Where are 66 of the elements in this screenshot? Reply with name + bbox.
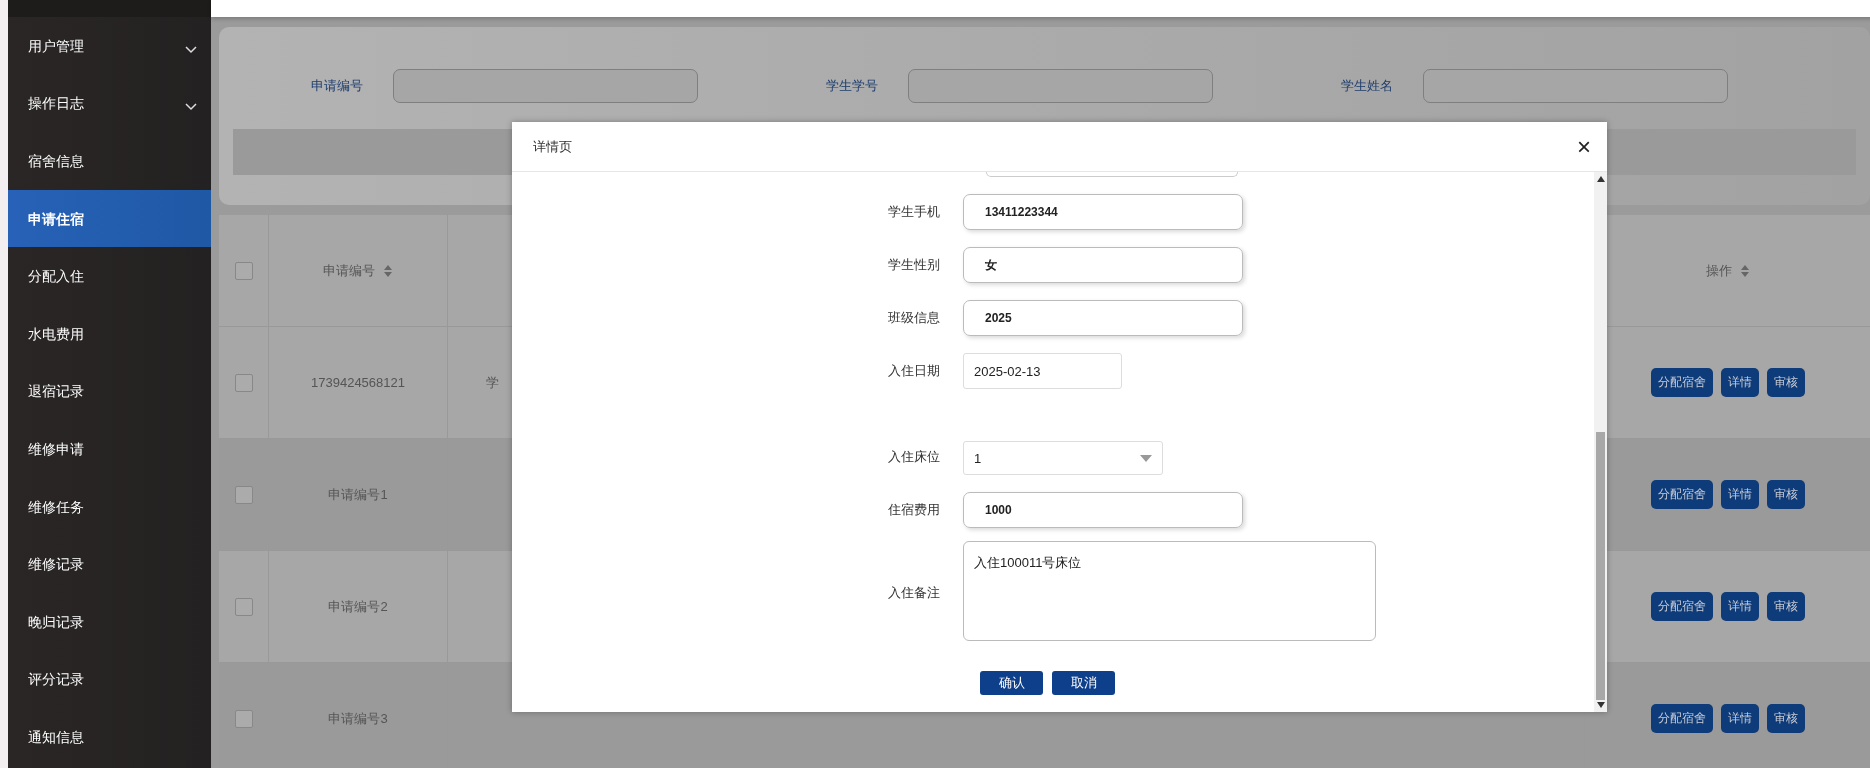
sidebar-item[interactable]: 宿舍信息 [8,132,211,190]
dialog-title: 详情页 [533,137,572,156]
dialog-button[interactable]: 确认 [980,671,1043,695]
field-label: 入住床位 [887,448,941,466]
search-field[interactable] [908,69,1213,103]
dropdown-icon [1140,454,1152,462]
action-button[interactable]: 审核 [1766,704,1805,733]
search-field[interactable] [393,69,698,103]
sidebar-item[interactable]: 退宿记录 [8,362,211,421]
dialog-button[interactable]: 取消 [1052,671,1115,695]
sidebar-item[interactable]: 水电费用 [8,304,211,363]
sidebar-item[interactable]: 评分记录 [8,650,211,709]
sidebar-item[interactable]: 维修记录 [8,535,211,593]
input-field[interactable]: 2025 [963,300,1243,336]
input-field[interactable]: 女 [963,247,1243,283]
input-field[interactable]: 1000 [963,492,1243,528]
table-cell: 1739424568121 [311,375,405,390]
sidebar-item[interactable]: 维修申请 [8,420,211,478]
sidebar-item[interactable]: 操作日志 [8,74,211,133]
sidebar-item[interactable]: 申请住宿 [8,189,211,248]
date-field[interactable]: 2025-02-13 [963,353,1122,389]
filter-label: 学生姓名 [1341,77,1394,95]
search-field[interactable] [1423,69,1728,103]
field-label: 学生手机 [887,203,941,221]
field-label: 住宿费用 [887,501,941,519]
text-area[interactable]: 入住100011号床位 [963,541,1376,641]
chevron-down-icon [185,45,197,54]
action-button[interactable]: 审核 [1766,368,1805,397]
field-label: 学生性别 [887,256,941,274]
table-cell: 申请编号2 [328,597,388,616]
chevron-down-icon [185,103,197,112]
sidebar-item[interactable]: 晚归记录 [8,592,211,651]
sort-icon[interactable] [383,263,393,278]
filter-label: 申请编号 [311,77,364,95]
checkbox[interactable] [234,709,253,728]
table-cell: 学 [486,373,499,392]
input-field[interactable]: 13411223344 [963,194,1243,230]
table-cell: 申请编号1 [328,485,388,504]
scroll-down-icon[interactable] [1596,702,1605,708]
action-button[interactable]: 审核 [1766,592,1805,621]
action-button[interactable]: 分配宿舍 [1650,704,1713,733]
sort-icon[interactable] [1739,263,1750,278]
action-button[interactable]: 分配宿舍 [1650,480,1713,509]
action-button[interactable]: 详情 [1720,480,1759,509]
checkbox[interactable] [234,485,253,504]
close-button[interactable]: × [1573,132,1595,161]
action-button[interactable]: 审核 [1766,480,1805,509]
checkbox[interactable] [234,261,253,280]
sidebar-item[interactable]: 用户管理 [8,17,211,75]
select-field[interactable]: 1 [963,441,1163,475]
checkbox[interactable] [234,597,253,616]
action-button[interactable]: 详情 [1720,704,1759,733]
field-label: 入住日期 [887,362,941,380]
filter-label: 学生学号 [826,77,879,95]
action-button[interactable]: 分配宿舍 [1650,592,1713,621]
scrollbar[interactable] [1594,172,1607,712]
sidebar-item[interactable]: 分配入住 [8,247,211,305]
action-button[interactable]: 分配宿舍 [1650,368,1713,397]
field-label: 入住备注 [887,584,941,602]
action-button[interactable]: 详情 [1720,592,1759,621]
sidebar-item[interactable]: 维修任务 [8,477,211,536]
sidebar-item[interactable]: 通知信息 [8,708,211,766]
checkbox[interactable] [234,373,253,392]
table-cell: 申请编号3 [328,709,388,728]
field-label: 班级信息 [887,309,941,327]
action-button[interactable]: 详情 [1720,368,1759,397]
